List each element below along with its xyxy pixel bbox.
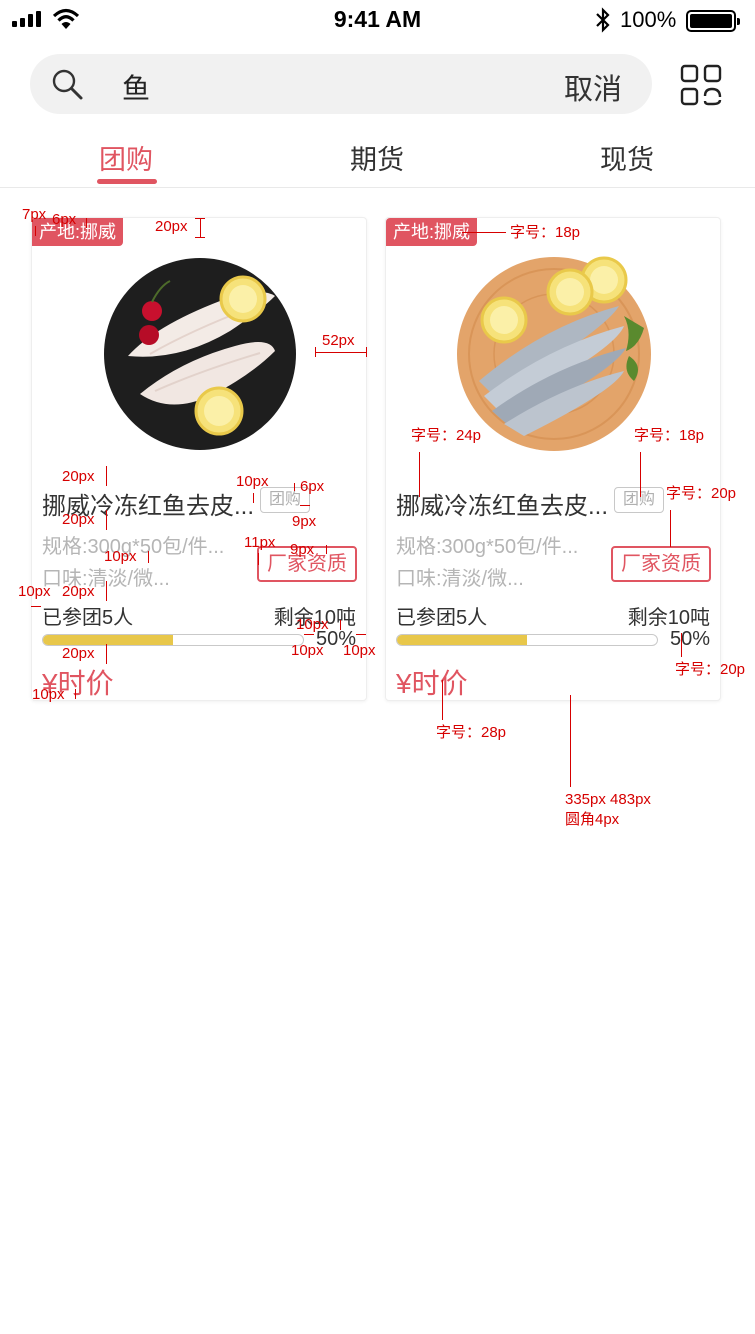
joined-count: 已参团5人 <box>396 607 488 629</box>
annotation-line <box>31 606 41 607</box>
annotation-line <box>340 620 341 630</box>
annotation-label: 10px <box>18 583 51 600</box>
product-spec: 规格:300g*50包/件... <box>396 536 579 558</box>
annotation-line <box>681 633 682 657</box>
battery-percentage: 100% <box>620 7 677 32</box>
annotation-line <box>200 218 201 238</box>
annotation-line <box>86 218 87 228</box>
annotation-label: 10px <box>343 642 376 659</box>
status-bar: 9:41 AM 100% <box>0 0 755 40</box>
annotation-line <box>106 466 107 486</box>
annotation-label: 字号：20p <box>675 661 746 678</box>
annotation-line <box>570 695 571 787</box>
capelin-fish-image <box>457 256 651 451</box>
annotation-label: 10px <box>296 616 329 633</box>
annotation-label: 11px <box>244 534 276 551</box>
progress-label: 50% <box>669 628 710 650</box>
product-price: ¥时价 <box>396 668 468 699</box>
annotation-line <box>356 634 366 635</box>
annotation-label: 20px <box>62 468 95 485</box>
annotation-label: 20px <box>155 218 188 235</box>
annotation-line <box>670 510 671 547</box>
annotation-line <box>195 218 205 219</box>
annotation-label: 圆角4px <box>565 811 620 828</box>
annotation-line <box>419 452 420 497</box>
category-grid-icon[interactable] <box>680 64 722 106</box>
product-taste: 口味:清淡/微... <box>396 568 524 590</box>
annotation-line <box>304 634 314 635</box>
tab-active-indicator <box>97 179 157 184</box>
annotation-line <box>640 452 641 497</box>
group-buy-badge: 团购 <box>614 487 664 513</box>
annotation-label: 10px <box>291 642 324 659</box>
annotation-line <box>315 347 316 357</box>
cancel-button[interactable]: 取消 <box>564 66 622 108</box>
annotation-line <box>253 493 254 503</box>
annotation-line <box>442 680 443 720</box>
annotation-label: 字号：28p <box>436 724 507 741</box>
annotation-label: 字号：20p <box>666 485 737 502</box>
joined-count: 已参团5人 <box>42 607 134 629</box>
progress-bar <box>396 634 658 646</box>
annotation-line <box>195 237 205 238</box>
annotation-label: 52px <box>322 332 355 349</box>
annotation-line <box>300 505 310 506</box>
annotation-line <box>106 581 107 601</box>
annotation-line <box>315 352 367 353</box>
fish-fillet-image <box>104 258 296 450</box>
annotation-line <box>148 551 149 563</box>
bluetooth-icon <box>596 7 610 33</box>
annotation-label: 9px <box>292 513 317 530</box>
annotation-label: 字号：24p <box>411 427 482 444</box>
annotation-label: 20px <box>62 511 95 528</box>
annotation-label: 20px <box>62 645 95 662</box>
annotation-label: 20px <box>62 583 95 600</box>
progress-fill <box>43 635 173 645</box>
annotation-label: 10px <box>32 686 65 703</box>
annotation-line <box>35 226 36 236</box>
search-bar[interactable]: 鱼 取消 <box>30 54 652 114</box>
tab-group-buy[interactable]: 团购 <box>99 138 153 177</box>
tab-bar: 团购 期货 现货 <box>0 128 755 188</box>
annotation-line <box>106 644 107 664</box>
annotation-line <box>258 553 259 565</box>
annotation-label: 6px <box>300 478 325 495</box>
annotation-line <box>366 347 367 357</box>
battery-icon <box>686 10 740 32</box>
search-input[interactable]: 鱼 <box>122 67 150 107</box>
annotation-label: 7px <box>22 206 47 223</box>
annotation-label: 9px <box>290 541 315 558</box>
annotation-line <box>326 545 327 554</box>
product-card[interactable]: 产地:挪威 挪威冷冻红鱼去皮... 团购 规格:300g*50包/件... 口味… <box>385 217 721 701</box>
annotation-line <box>75 689 76 699</box>
product-name[interactable]: 挪威冷冻红鱼去皮... <box>396 486 608 521</box>
tab-spot[interactable]: 现货 <box>600 138 654 177</box>
progress-fill <box>397 635 527 645</box>
annotation-label: 335px 483px <box>565 791 651 808</box>
annotation-label: 字号：18p <box>510 224 581 241</box>
annotation-label: 6px <box>52 211 77 228</box>
annotation-line <box>106 510 107 530</box>
search-icon <box>52 69 83 100</box>
tab-futures[interactable]: 期货 <box>350 138 404 177</box>
annotation-label: 10px <box>104 548 137 565</box>
remaining-stock: 剩余10吨 <box>627 607 710 629</box>
annotation-line <box>462 232 506 233</box>
annotation-label: 字号：18p <box>634 427 705 444</box>
annotation-line <box>294 483 295 491</box>
qualification-button[interactable]: 厂家资质 <box>611 546 711 582</box>
annotation-label: 10px <box>236 473 269 490</box>
